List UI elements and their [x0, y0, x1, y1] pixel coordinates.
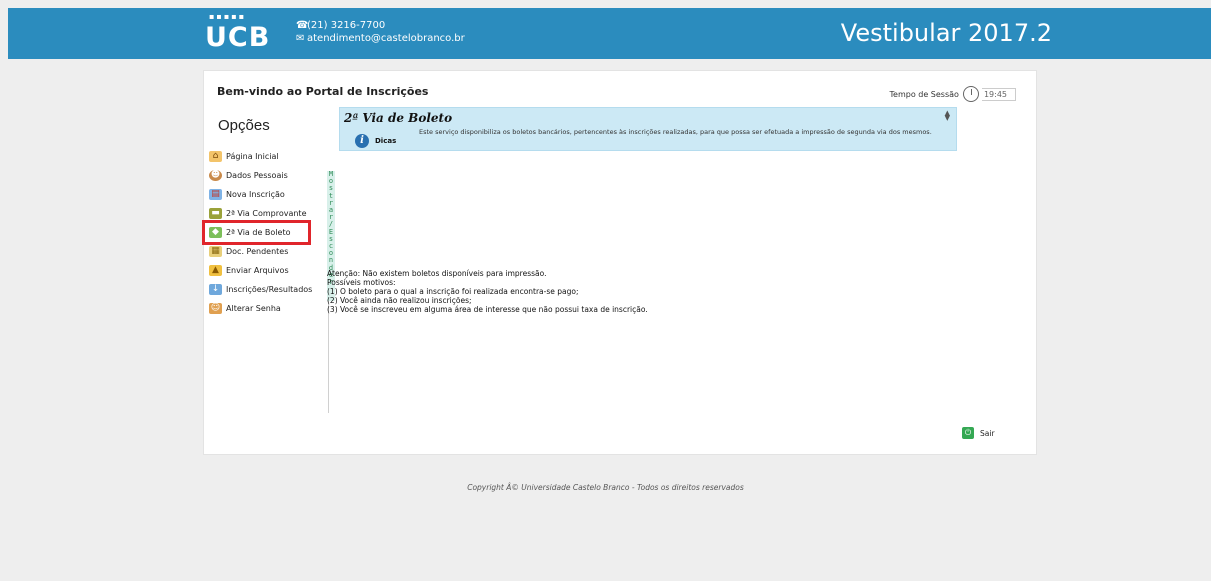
phone-icon: ☎	[296, 20, 309, 31]
sidebar-title: Opções	[218, 117, 270, 134]
sidebar-item-2via-boleto[interactable]: ◆ 2ª Via de Boleto	[202, 220, 311, 245]
power-icon: ⏻	[962, 427, 974, 439]
receipt-icon: ▬	[209, 208, 222, 219]
password-icon: ☺	[209, 303, 222, 314]
clock-icon	[962, 86, 979, 102]
money-icon: ◆	[209, 227, 222, 238]
sidebar-item-label: Enviar Arquivos	[226, 266, 289, 275]
user-icon: ☻	[209, 170, 222, 181]
sidebar-menu: ⌂ Página Inicial ☻ Dados Pessoais ▤ Nova…	[202, 147, 319, 318]
sidebar-item-nova-inscricao[interactable]: ▤ Nova Inscrição	[209, 185, 319, 204]
notice-line: Atenção: Não existem boletos disponíveis…	[327, 269, 547, 278]
mail-icon: ✉	[296, 33, 305, 44]
sidebar-item-doc-pendentes[interactable]: ▦ Doc. Pendentes	[209, 242, 319, 261]
logo-dots: ▪▪▪▪▪	[209, 12, 247, 21]
page-title: Vestibular 2017.2	[840, 19, 1052, 47]
session-timer: Tempo de Sessão 19:45	[889, 86, 1016, 102]
sidebar-item-enviar-arquivos[interactable]: ▲ Enviar Arquivos	[209, 261, 319, 280]
copyright-text: Copyright Â© Universidade Castelo Branco…	[467, 483, 744, 492]
sidebar-divider	[328, 301, 329, 413]
info-icon: i	[355, 134, 369, 148]
sidebar-item-alterar-senha[interactable]: ☺ Alterar Senha	[209, 299, 319, 318]
panel-title: 2ª Via de Boleto	[344, 111, 453, 125]
welcome-heading: Bem-vindo ao Portal de Inscrições	[217, 85, 429, 98]
notice-line: (2) Você ainda não realizou inscrições;	[327, 296, 472, 305]
sidebar-item-2via-comprovante[interactable]: ▬ 2ª Via Comprovante	[209, 204, 319, 223]
top-header: ▪▪▪▪▪ UCB ☎(21) 3216-7700 ✉ atendimento@c…	[8, 8, 1211, 59]
no-boleto-notice: Atenção: Não existem boletos disponíveis…	[327, 269, 648, 314]
sidebar-item-label: Nova Inscrição	[226, 190, 285, 199]
upload-icon: ▲	[209, 265, 222, 276]
panel-scroll-arrows[interactable]: ▲ ▼	[945, 110, 950, 122]
session-time: 19:45	[981, 87, 1016, 101]
sidebar-item-label: Doc. Pendentes	[226, 247, 289, 256]
sidebar-item-inscricoes-resultados[interactable]: ↓ Inscrições/Resultados	[209, 280, 319, 299]
sidebar-item-label: Inscrições/Resultados	[226, 285, 313, 294]
results-icon: ↓	[209, 284, 222, 295]
sidebar-item-dados-pessoais[interactable]: ☻ Dados Pessoais	[209, 166, 319, 185]
ucb-logo[interactable]: ▪▪▪▪▪ UCB	[205, 12, 275, 54]
form-icon: ▤	[209, 189, 222, 200]
logout-label: Sair	[980, 428, 995, 438]
notice-line: Possíveis motivos:	[327, 278, 396, 287]
dicas-label: Dicas	[375, 137, 397, 145]
sidebar-item-label: Alterar Senha	[226, 304, 281, 313]
main-card: Bem-vindo ao Portal de Inscrições Tempo …	[202, 70, 1037, 455]
home-icon: ⌂	[209, 151, 222, 162]
sidebar-item-label: 2ª Via de Boleto	[226, 228, 291, 237]
contact-phone: (21) 3216-7700	[307, 20, 386, 31]
contact-email[interactable]: atendimento@castelobranco.br	[307, 33, 465, 44]
logo-text: UCB	[205, 22, 271, 53]
contact-info: ☎(21) 3216-7700 ✉ atendimento@castelobran…	[296, 19, 465, 45]
info-panel: 2ª Via de Boleto ▲ ▼ i Dicas Este serviço…	[339, 107, 957, 151]
documents-icon: ▦	[209, 246, 222, 257]
session-label: Tempo de Sessão	[889, 89, 959, 99]
sidebar-item-label: Página Inicial	[226, 152, 279, 161]
sidebar-item-label: Dados Pessoais	[226, 171, 288, 180]
dicas-text: Este serviço disponibiliza os boletos ba…	[419, 128, 932, 136]
sidebar-item-label: 2ª Via Comprovante	[226, 209, 307, 218]
sidebar-item-pagina-inicial[interactable]: ⌂ Página Inicial	[209, 147, 319, 166]
notice-line: (1) O boleto para o qual a inscrição foi…	[327, 287, 579, 296]
notice-line: (3) Você se inscreveu em alguma área de …	[327, 305, 648, 314]
logout-button[interactable]: ⏻ Sair	[962, 427, 995, 439]
